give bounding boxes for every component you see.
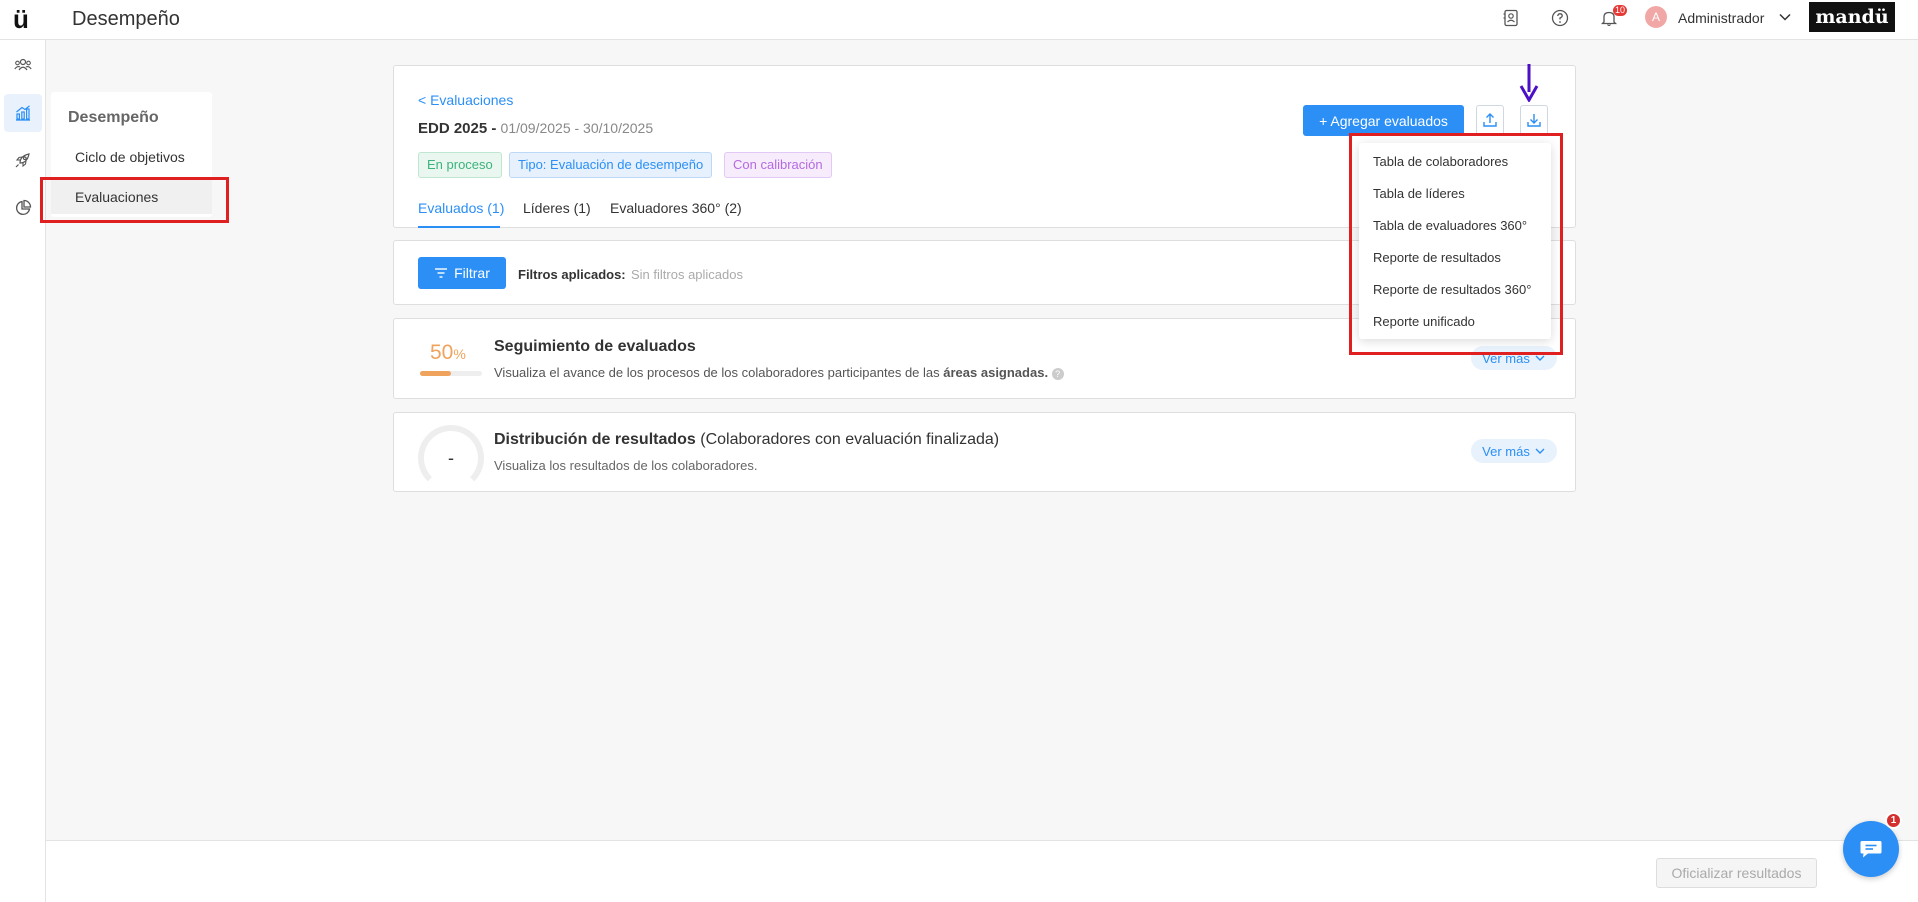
distribution-title-main: Distribución de resultados: [494, 431, 696, 448]
brand-logo: mandü: [1809, 2, 1895, 32]
top-bar: ü Desempeño 10 A Administrador mandü: [0, 0, 1918, 40]
progress-bar-fill: [420, 371, 451, 376]
chat-button[interactable]: [1843, 821, 1899, 877]
chevron-down-icon: [1535, 448, 1545, 454]
app-logo[interactable]: ü: [13, 4, 29, 35]
evaluation-name: EDD 2025 -: [418, 120, 497, 137]
distribution-subtitle: (Colaboradores con evaluación finalizada…: [700, 431, 1000, 448]
annotation-arrow-icon: [1519, 62, 1539, 105]
officialize-results-button[interactable]: Oficializar resultados: [1656, 858, 1817, 888]
download-icon[interactable]: [1520, 105, 1548, 135]
left-rail: »: [0, 40, 46, 902]
user-name[interactable]: Administrador: [1678, 10, 1764, 26]
evaluation-dates: 01/09/2025 - 30/10/2025: [500, 120, 654, 136]
calibration-badge: Con calibración: [724, 152, 832, 178]
upload-icon[interactable]: [1476, 105, 1504, 135]
avatar[interactable]: A: [1645, 6, 1667, 28]
help-icon[interactable]: [1549, 7, 1571, 29]
page-title: Desempeño: [72, 8, 180, 30]
notifications-icon[interactable]: 10: [1598, 5, 1627, 29]
evaluation-title: EDD 2025 - 01/09/2025 - 30/10/2025: [418, 120, 653, 137]
chat-icon: [1860, 841, 1882, 858]
filter-button[interactable]: Filtrar: [418, 257, 506, 289]
highlight-box-evaluations: [40, 177, 229, 223]
progress-value: 50: [430, 341, 454, 364]
contacts-icon[interactable]: [1500, 7, 1522, 29]
tracking-title: Seguimiento de evaluados: [494, 338, 696, 355]
pie-chart-icon[interactable]: [4, 189, 42, 227]
distribution-description: Visualiza los resultados de los colabora…: [494, 458, 758, 473]
distribution-ver-mas-label: Ver más: [1482, 443, 1530, 459]
progress-percent: 50%: [430, 341, 466, 365]
footer-bar: Oficializar resultados: [46, 840, 1918, 902]
submenu-title: Desempeño: [68, 109, 159, 126]
back-link[interactable]: < Evaluaciones: [418, 92, 513, 108]
type-badge: Tipo: Evaluación de desempeño: [509, 152, 713, 178]
filters-label: Filtros aplicados:: [518, 267, 626, 282]
tracking-description-text: Visualiza el avance de los procesos de l…: [494, 365, 940, 380]
status-badge: En proceso: [418, 152, 502, 178]
rocket-icon[interactable]: [4, 141, 42, 179]
distribution-card: - Distribución de resultados (Colaborado…: [393, 412, 1576, 492]
tracking-description: Visualiza el avance de los procesos de l…: [494, 365, 1064, 380]
progress-bar: [420, 371, 482, 376]
performance-icon[interactable]: [4, 94, 42, 132]
people-icon[interactable]: [4, 46, 42, 84]
tab-lideres[interactable]: Líderes (1): [523, 200, 591, 216]
progress-percent-sign: %: [453, 346, 466, 362]
active-tab-indicator: [418, 226, 500, 228]
tab-evaluados[interactable]: Evaluados (1): [418, 200, 504, 216]
filters-value: Sin filtros aplicados: [631, 267, 743, 282]
submenu-item-objectives[interactable]: Ciclo de objetivos: [51, 140, 212, 174]
chat-badge: 1: [1885, 812, 1902, 829]
filter-icon: [435, 268, 448, 278]
notification-badge: 10: [1612, 5, 1627, 16]
highlight-box-download-menu: [1349, 133, 1563, 355]
distribution-title: Distribución de resultados (Colaboradore…: [494, 431, 999, 449]
tracking-description-bold: áreas asignadas.: [943, 365, 1049, 380]
info-icon[interactable]: ?: [1051, 367, 1064, 380]
filter-button-label: Filtrar: [454, 265, 490, 281]
chevron-down-icon[interactable]: [1778, 10, 1792, 27]
add-evaluados-button[interactable]: + Agregar evaluados: [1303, 105, 1464, 136]
distribution-ver-mas-button[interactable]: Ver más: [1471, 439, 1557, 463]
tab-evaluadores-360[interactable]: Evaluadores 360° (2): [610, 200, 742, 216]
results-donut: -: [418, 425, 484, 491]
